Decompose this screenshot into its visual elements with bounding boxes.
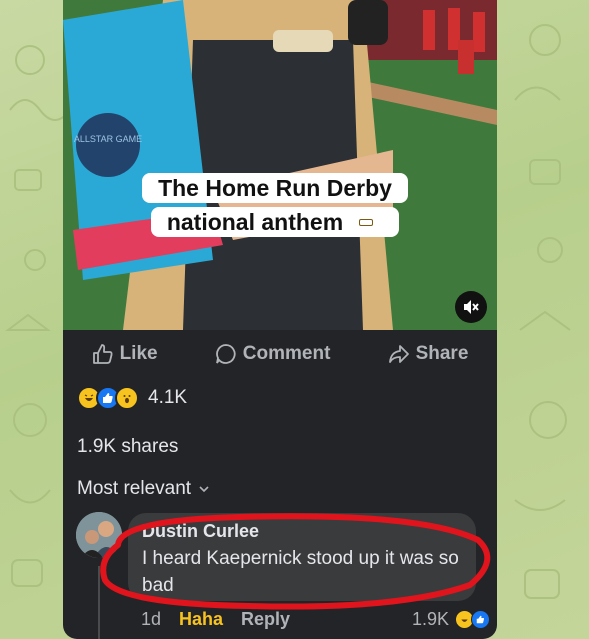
video-caption: The Home Run Derby national anthem [141, 171, 409, 239]
comment-timestamp[interactable]: 1d [141, 609, 161, 630]
comment-reaction-number: 1.9K [411, 609, 449, 629]
facebook-post-card: ALLSTAR GAME The Home Run Derby national… [63, 0, 497, 639]
comment-meta: 1d Haha Reply [141, 609, 290, 630]
speaker-muted-icon [464, 300, 479, 314]
comment-reply-button[interactable]: Reply [241, 609, 290, 630]
reactions-summary[interactable]: 4.1K [77, 386, 187, 410]
like-reaction-icon [471, 610, 490, 629]
like-label: Like [119, 343, 158, 364]
share-arrow-icon [388, 345, 409, 363]
post-actions-bar: Like Comment Share [63, 336, 497, 372]
share-label: Share [415, 343, 469, 364]
wow-reaction-icon [115, 386, 139, 410]
comment-bubble-icon [215, 344, 236, 364]
share-button[interactable]: Share [388, 343, 469, 365]
chevron-down-icon [199, 486, 209, 493]
like-button[interactable]: Like [92, 343, 158, 365]
comment-reaction-count[interactable]: 1.9K [411, 609, 490, 630]
avatar-photo [76, 512, 122, 558]
comment-haha-button[interactable]: Haha [179, 609, 223, 630]
comment-sort-dropdown[interactable]: Most relevant [77, 478, 209, 500]
video-player[interactable]: ALLSTAR GAME The Home Run Derby national… [63, 0, 497, 330]
comment-label: Comment [242, 343, 331, 364]
commenter-avatar[interactable] [76, 512, 122, 558]
comment-sort-label: Most relevant [77, 478, 192, 499]
reaction-count: 4.1K [148, 387, 188, 408]
mute-button[interactable] [455, 291, 487, 323]
thumbs-up-icon [92, 344, 113, 364]
grimacing-face-icon [355, 209, 392, 233]
allstar-badge-text: ALLSTAR GAME [74, 134, 142, 144]
shares-count[interactable]: 1.9K shares [77, 436, 178, 458]
comment-text: I heard Kaepernick stood up it was so ba… [142, 548, 459, 596]
comment-bubble[interactable]: Dustin Curlee I heard Kaepernick stood u… [128, 513, 476, 601]
comment-author[interactable]: Dustin Curlee [142, 521, 259, 542]
comment-button[interactable]: Comment [215, 343, 331, 365]
comment-thread-line [98, 566, 100, 639]
video-frame: ALLSTAR GAME [63, 0, 497, 330]
